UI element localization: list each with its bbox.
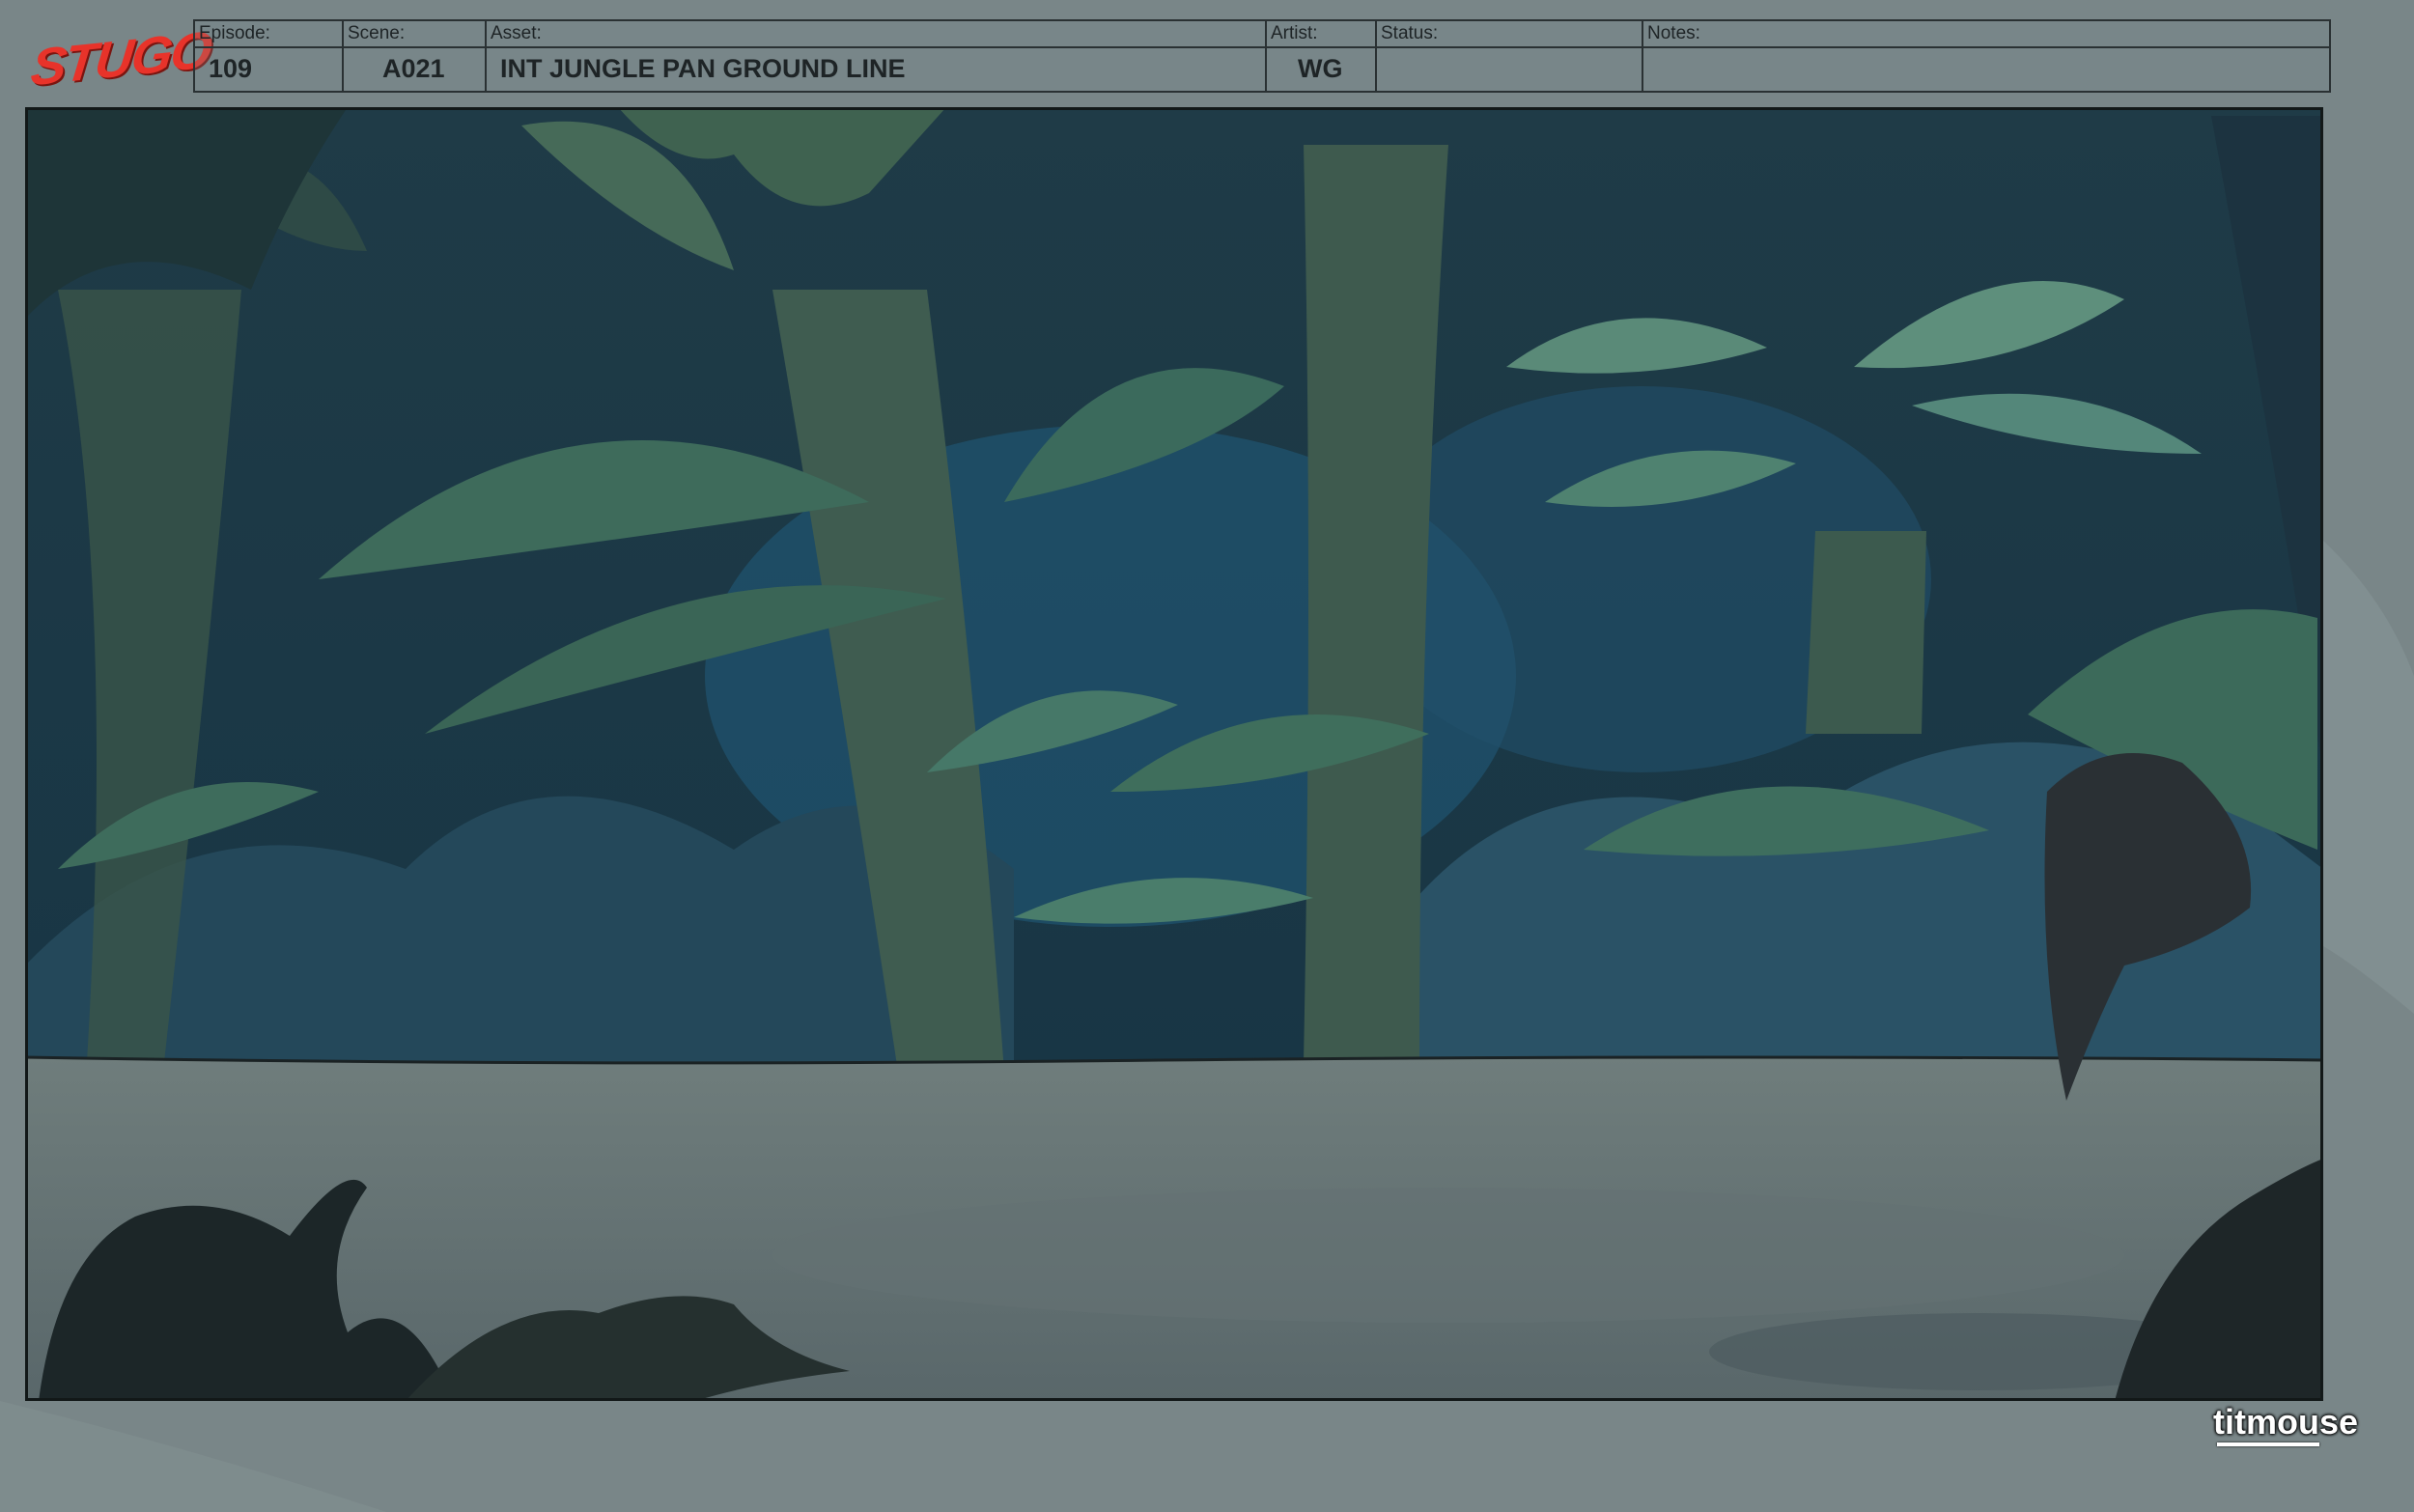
asset-value: INT JUNGLE PAN GROUND LINE: [500, 54, 906, 83]
titmouse-logo: titmouse: [2213, 1402, 2359, 1442]
scene-cell: Scene: A021: [344, 21, 487, 91]
slate-header: Episode: 109 Scene: A021 Asset: INT JUNG…: [193, 19, 2331, 93]
artist-cell: Artist: WG: [1267, 21, 1377, 91]
status-cell: Status:: [1377, 21, 1643, 91]
notes-cell: Notes:: [1643, 21, 2329, 91]
scene-label: Scene:: [348, 23, 406, 43]
safe-frame-border: [25, 107, 2323, 1401]
titmouse-logo-underline: [2217, 1442, 2319, 1446]
artist-label: Artist:: [1271, 23, 1318, 43]
notes-label: Notes:: [1647, 23, 1700, 43]
scene-value: A021: [382, 54, 445, 83]
asset-cell: Asset: INT JUNGLE PAN GROUND LINE: [487, 21, 1267, 91]
episode-value: 109: [209, 54, 253, 83]
status-label: Status:: [1381, 23, 1439, 43]
asset-label: Asset:: [491, 23, 542, 43]
episode-cell: Episode: 109: [195, 21, 344, 91]
episode-label: Episode:: [199, 23, 270, 43]
artist-value: WG: [1298, 54, 1343, 83]
